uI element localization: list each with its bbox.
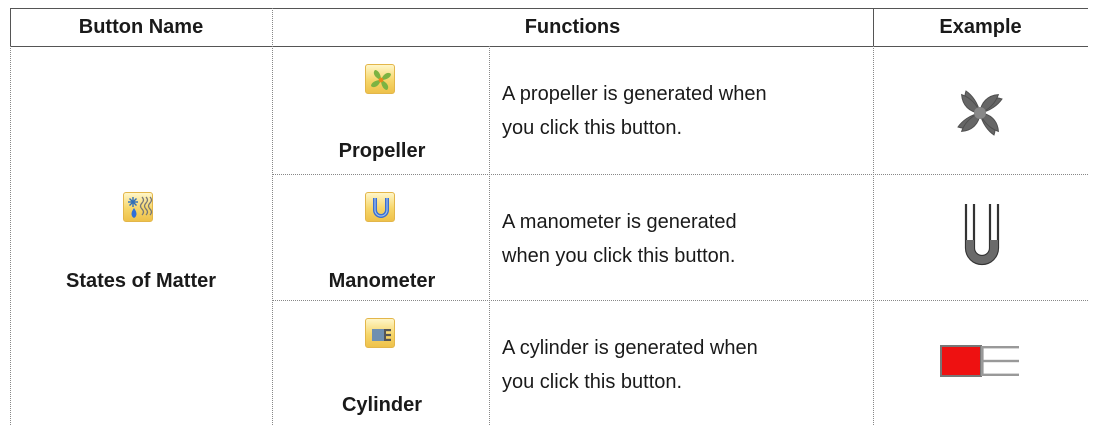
col-divider-3-body (873, 46, 874, 425)
left-border-body (10, 46, 11, 425)
propeller-example-icon (948, 81, 1012, 150)
states-of-matter-label: States of Matter (65, 270, 217, 292)
propeller-label: Propeller (338, 140, 426, 162)
manometer-description-line-1: A manometer is generated (502, 211, 737, 233)
manometer-description: A manometer is generated when you click … (502, 205, 737, 273)
header-button-name: Button Name (78, 15, 204, 38)
header-bottom-border (10, 46, 1088, 47)
header-functions: Functions (524, 15, 621, 38)
row-divider-1 (272, 174, 1088, 175)
manometer-label: Manometer (328, 270, 436, 292)
states-of-matter-icon[interactable] (123, 192, 153, 222)
cylinder-label: Cylinder (341, 394, 423, 416)
manometer-description-line-2: when you click this button. (502, 245, 736, 267)
col-divider-1 (272, 8, 273, 425)
propeller-button-icon[interactable] (365, 64, 395, 94)
col-divider-2 (489, 46, 490, 425)
cylinder-description: A cylinder is generated when you click t… (502, 331, 758, 399)
cylinder-example-icon (940, 343, 1020, 384)
cylinder-description-line-2: you click this button. (502, 371, 683, 393)
propeller-description-line-2: you click this button. (502, 117, 683, 139)
row-divider-2 (272, 300, 1088, 301)
cylinder-description-line-1: A cylinder is generated when (502, 337, 758, 359)
cylinder-button-icon[interactable] (365, 318, 395, 348)
manometer-example-icon (962, 200, 1002, 277)
propeller-description-line-1: A propeller is generated when (502, 83, 767, 105)
header-example: Example (939, 15, 1022, 38)
manometer-button-icon[interactable] (365, 192, 395, 222)
propeller-description: A propeller is generated when you click … (502, 77, 767, 145)
button-function-table: Button Name Functions Example States of … (10, 8, 1088, 425)
